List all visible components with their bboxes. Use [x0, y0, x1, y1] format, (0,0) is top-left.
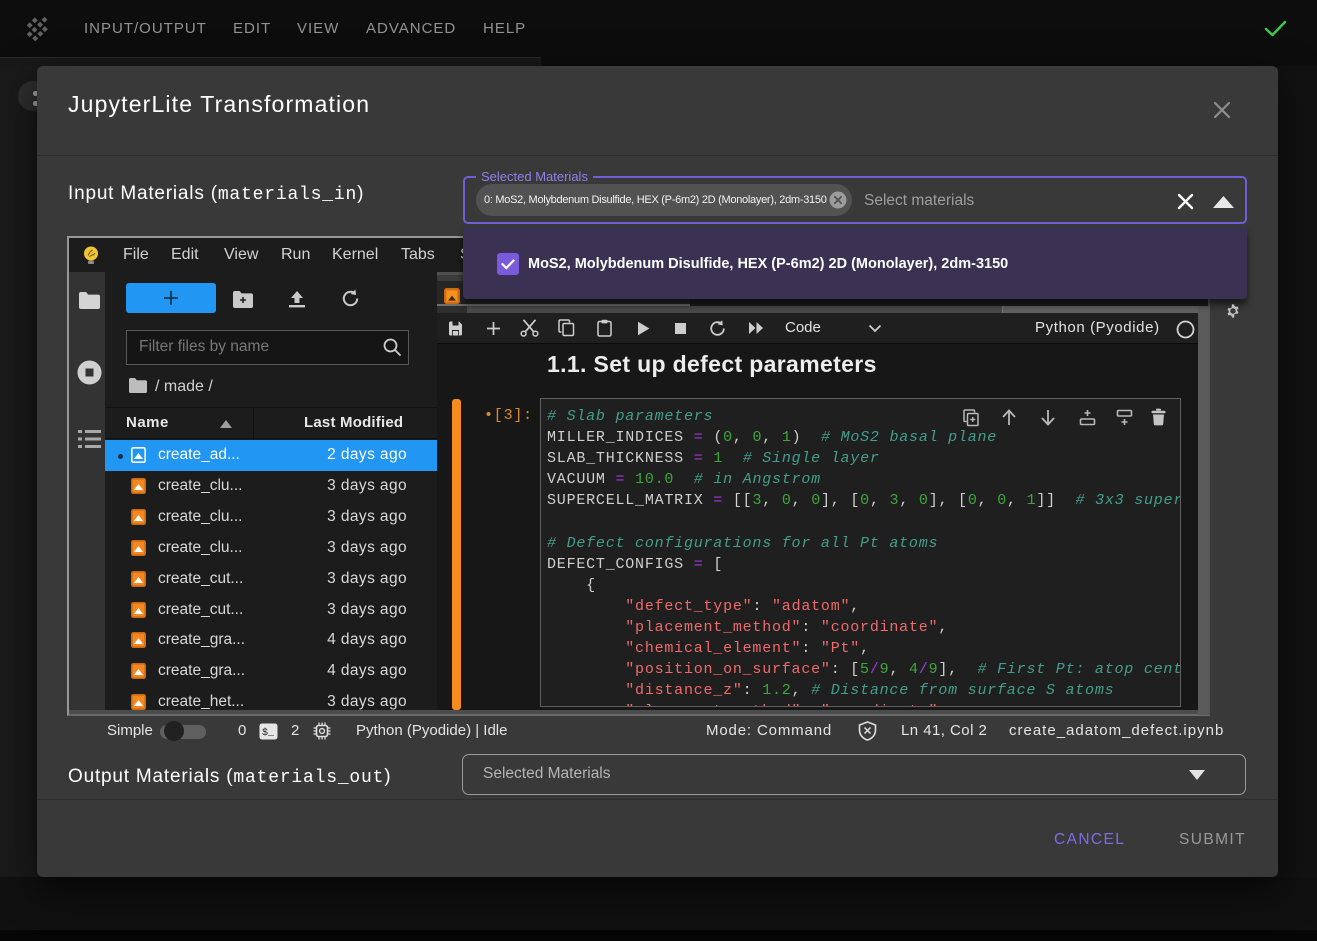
svg-text:$_: $_: [262, 727, 275, 739]
